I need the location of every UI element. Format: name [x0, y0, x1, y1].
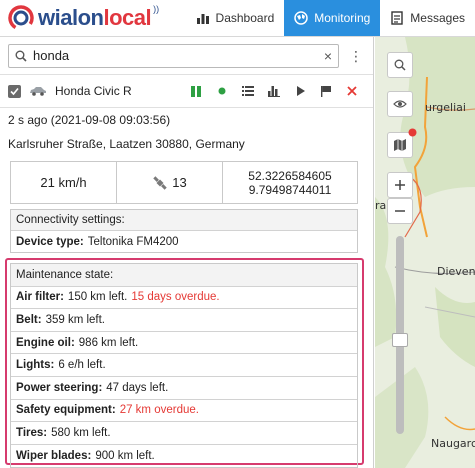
speed-value: 21 km/h — [11, 162, 117, 203]
logo-brand: wialon — [38, 5, 104, 30]
connection-signal-icon[interactable] — [183, 81, 209, 101]
item-value: 359 km left. — [45, 313, 106, 326]
unit-checkbox[interactable] — [8, 84, 21, 98]
device-type-label: Device type: — [16, 235, 84, 248]
more-options-icon[interactable]: ⋮ — [347, 49, 365, 63]
wialon-logo[interactable]: wialonlocal )) — [0, 0, 186, 36]
zoom-out-icon — [395, 210, 405, 212]
coordinates: 52.3226584605 9.79498744011 — [223, 162, 357, 203]
nav-messages-label: Messages — [410, 11, 465, 25]
chart-icon[interactable] — [261, 81, 287, 101]
nav-monitoring-label: Monitoring — [314, 11, 371, 25]
list-icon[interactable] — [235, 81, 261, 101]
item-overdue: 15 days overdue. — [131, 291, 220, 304]
unit-name[interactable]: Honda Civic R — [55, 84, 183, 98]
zoom-in-icon — [395, 180, 405, 190]
nav-dashboard[interactable]: Dashboard — [186, 0, 285, 36]
car-icon — [30, 87, 46, 96]
table-row: Power steering: 47 days left. — [11, 377, 357, 400]
top-bar: wialonlocal )) Dashboard Monitoring Mess… — [0, 0, 475, 37]
maintenance-title: Maintenance state: — [11, 264, 357, 287]
unit-actions — [183, 81, 365, 101]
unit-address: Karlsruher Straße, Laatzen 30880, German… — [8, 137, 245, 151]
item-value: 6 e/h left. — [58, 359, 106, 372]
item-label: Belt: — [16, 313, 42, 326]
item-value: 580 km left. — [51, 426, 111, 439]
clear-search-icon[interactable]: × — [324, 48, 332, 64]
satellites: 13 — [117, 162, 223, 203]
play-icon[interactable] — [287, 81, 313, 101]
unit-row[interactable]: Honda Civic R — [0, 75, 373, 108]
logo-local: local — [103, 5, 152, 30]
connectivity-table: Connectivity settings: Device type: Telt… — [10, 209, 358, 253]
item-value: 900 km left. — [95, 450, 155, 463]
device-type-value: Teltonika FM4200 — [87, 235, 179, 248]
logo-icon — [8, 5, 34, 31]
item-label: Lights: — [16, 359, 55, 372]
status-dot-icon[interactable] — [209, 81, 235, 101]
bar-chart-icon — [196, 14, 209, 24]
item-label: Tires: — [16, 426, 48, 439]
check-icon — [10, 87, 19, 95]
map-visibility-button[interactable] — [387, 91, 413, 117]
map-label: Dieven — [437, 265, 475, 278]
notification-dot-icon — [408, 128, 417, 137]
item-overdue: 27 km overdue. — [119, 404, 199, 417]
nav-dashboard-label: Dashboard — [215, 11, 275, 25]
item-label: Wiper blades: — [16, 450, 92, 463]
unit-stats: 21 km/h 13 52.3226584605 9.79498744011 — [10, 161, 358, 204]
search-icon — [394, 59, 406, 71]
connectivity-title: Connectivity settings: — [11, 210, 357, 231]
item-value: 986 km left. — [78, 336, 139, 349]
map-search-button[interactable] — [387, 52, 413, 78]
table-row: Lights: 6 e/h left. — [11, 354, 357, 377]
search-input[interactable] — [33, 48, 324, 63]
device-type-row: Device type: Teltonika FM4200 — [11, 231, 357, 252]
globe-icon — [294, 11, 309, 25]
delete-icon[interactable] — [339, 81, 365, 101]
nav-messages[interactable]: Messages — [380, 0, 475, 36]
item-value: 47 days left. — [106, 381, 169, 394]
table-row: Tires: 580 km left. — [11, 422, 357, 445]
search-box[interactable]: × — [8, 43, 339, 68]
table-row: Belt: 359 km left. — [11, 309, 357, 332]
wifi-icon: )) — [153, 4, 160, 14]
map-layers-button[interactable] — [387, 128, 417, 158]
zoom-slider-handle[interactable] — [392, 333, 408, 347]
map-label: Naugarc — [431, 437, 475, 450]
table-row: Air filter: 150 km left. 15 days overdue. — [11, 287, 357, 310]
search-icon — [15, 50, 27, 62]
zoom-in-button[interactable] — [387, 172, 413, 198]
item-label: Power steering: — [16, 381, 103, 394]
maintenance-table: Maintenance state: Air filter: 150 km lef… — [10, 263, 358, 468]
satellite-count: 13 — [172, 175, 187, 190]
satellite-icon — [153, 175, 167, 190]
item-label: Engine oil: — [16, 336, 75, 349]
eye-icon — [393, 100, 407, 108]
monitoring-panel: × ⋮ Honda Civic R — [0, 37, 374, 468]
nav-monitoring[interactable]: Monitoring — [284, 0, 381, 36]
zoom-out-button[interactable] — [387, 198, 413, 224]
item-label: Air filter: — [16, 291, 64, 304]
flag-icon[interactable] — [313, 81, 339, 101]
latitude: 52.3226584605 — [248, 168, 332, 183]
map-view[interactable]: urgeliai rai Dieven Naugarc — [375, 37, 475, 468]
search-row: × ⋮ — [0, 37, 373, 75]
map-layers-icon — [394, 139, 406, 151]
table-row: Engine oil: 986 km left. — [11, 332, 357, 355]
longitude: 9.79498744011 — [248, 182, 332, 197]
item-label: Safety equipment: — [16, 404, 116, 417]
table-row: Wiper blades: 900 km left. — [11, 445, 357, 468]
map-label: urgeliai — [425, 101, 466, 114]
last-message-time: 2 s ago (2021-09-08 09:03:56) — [8, 113, 171, 127]
table-row: Safety equipment: 27 km overdue. — [11, 400, 357, 423]
item-value: 150 km left. — [67, 291, 128, 304]
document-icon — [391, 11, 403, 25]
